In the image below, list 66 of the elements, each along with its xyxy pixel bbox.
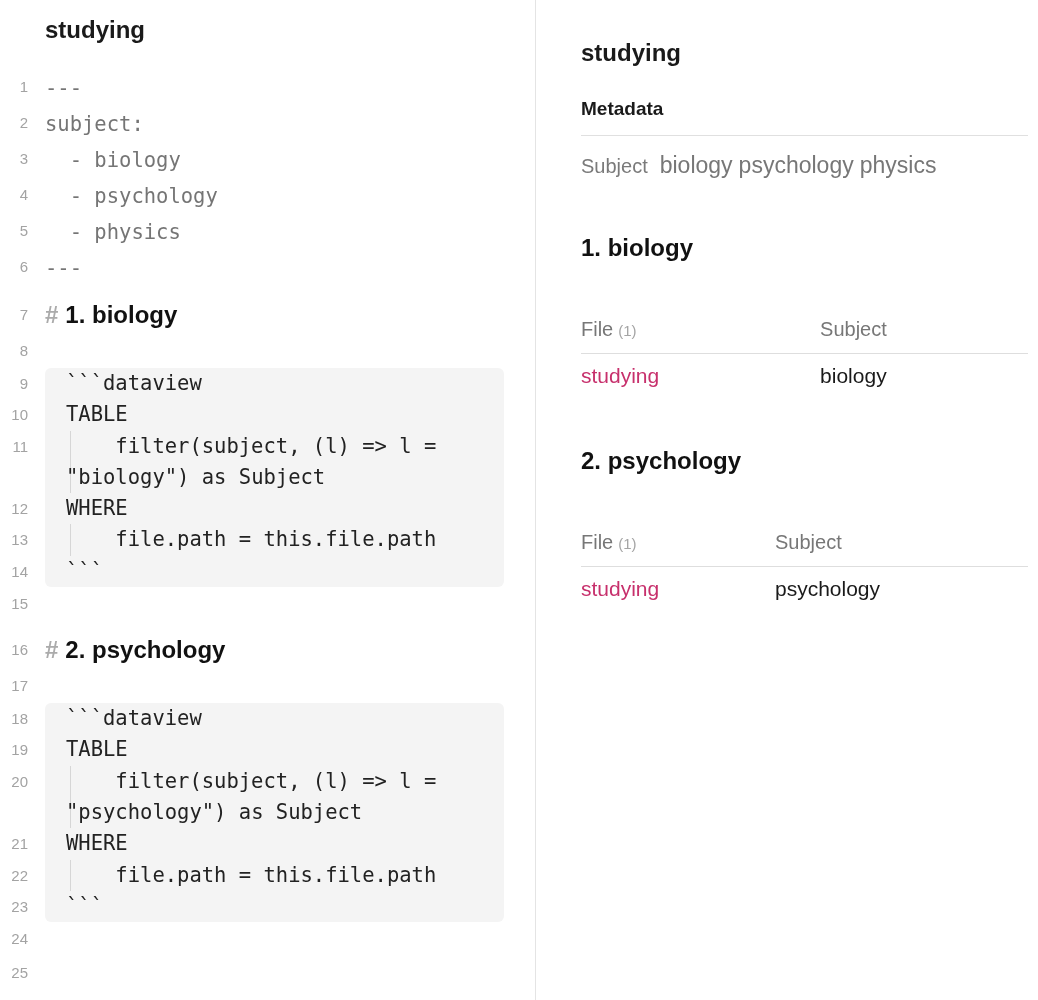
editor-heading: 2. psychology bbox=[65, 635, 226, 666]
table-cell: biology bbox=[820, 364, 887, 387]
code-line: ``` bbox=[66, 557, 104, 585]
line-number: 12 bbox=[11, 500, 28, 518]
frontmatter-line: --- bbox=[45, 75, 83, 102]
heading-marker: # bbox=[45, 635, 59, 666]
line-number: 1 bbox=[19, 78, 28, 95]
line-number: 19 bbox=[11, 741, 28, 759]
line-number: 25 bbox=[11, 964, 28, 982]
code-line: ```dataview bbox=[66, 370, 202, 397]
line-number: 22 bbox=[11, 866, 28, 884]
frontmatter-line: - psychology bbox=[68, 183, 218, 210]
column-header: Subject bbox=[775, 531, 842, 553]
file-link[interactable]: studying bbox=[581, 577, 660, 600]
section-heading: 1. biology bbox=[581, 233, 693, 263]
line-number: 15 bbox=[11, 595, 28, 613]
line-number: 17 bbox=[11, 677, 28, 695]
line-number: 7 bbox=[19, 306, 28, 323]
property-value: psychology bbox=[738, 151, 854, 180]
line-number: 14 bbox=[11, 562, 28, 580]
frontmatter-line: --- bbox=[45, 255, 83, 282]
code-line: file.path = this.file.path bbox=[114, 526, 437, 554]
line-number: 18 bbox=[11, 710, 28, 728]
line-number: 24 bbox=[11, 930, 28, 948]
line-number: 20 bbox=[11, 772, 28, 790]
line-number: 8 bbox=[19, 342, 28, 359]
line-number: 9 bbox=[19, 375, 28, 392]
file-link[interactable]: studying bbox=[581, 364, 660, 387]
heading-marker: # bbox=[45, 300, 59, 330]
property-value: biology bbox=[659, 151, 733, 180]
line-number: 5 bbox=[19, 222, 28, 239]
line-number: 3 bbox=[19, 150, 28, 167]
note-title: studying bbox=[581, 38, 681, 68]
line-number: 13 bbox=[11, 531, 28, 549]
code-line: file.path = this.file.path bbox=[114, 861, 437, 889]
column-header: Subject bbox=[820, 318, 887, 340]
column-header: File bbox=[581, 531, 614, 553]
line-number: 21 bbox=[11, 835, 28, 853]
code-line: WHERE bbox=[66, 830, 128, 858]
frontmatter-line: subject: bbox=[45, 111, 144, 138]
code-line: WHERE bbox=[66, 495, 128, 523]
code-line: TABLE bbox=[66, 736, 128, 764]
result-count: (1) bbox=[618, 535, 637, 552]
property-key: Subject bbox=[581, 149, 648, 183]
frontmatter-line: - physics bbox=[68, 219, 181, 246]
line-number: 2 bbox=[19, 114, 28, 131]
frontmatter-line: - biology bbox=[68, 147, 181, 174]
line-number: 6 bbox=[19, 258, 28, 275]
code-line: ```dataview bbox=[66, 705, 202, 733]
metadata-heading: Metadata bbox=[581, 97, 664, 121]
result-count: (1) bbox=[618, 322, 637, 339]
editor-heading: 1. biology bbox=[65, 300, 178, 330]
code-line: filter(subject, (l) => l = "biology") as Subject bbox=[66, 432, 438, 491]
section-heading: 2. psychology bbox=[581, 446, 742, 476]
line-number: 16 bbox=[11, 641, 28, 659]
code-line: TABLE bbox=[66, 401, 128, 429]
line-number: 23 bbox=[11, 897, 28, 915]
code-line: filter(subject, (l) => l = "psychology") as Subject bbox=[66, 767, 438, 826]
note-title: studying bbox=[45, 15, 145, 45]
property-value: physics bbox=[859, 151, 937, 180]
table-cell: psychology bbox=[775, 577, 881, 600]
line-number: 11 bbox=[12, 437, 28, 455]
line-number: 10 bbox=[11, 406, 28, 424]
line-number: 4 bbox=[19, 186, 28, 203]
column-header: File bbox=[581, 318, 614, 340]
code-line: ``` bbox=[66, 892, 104, 920]
